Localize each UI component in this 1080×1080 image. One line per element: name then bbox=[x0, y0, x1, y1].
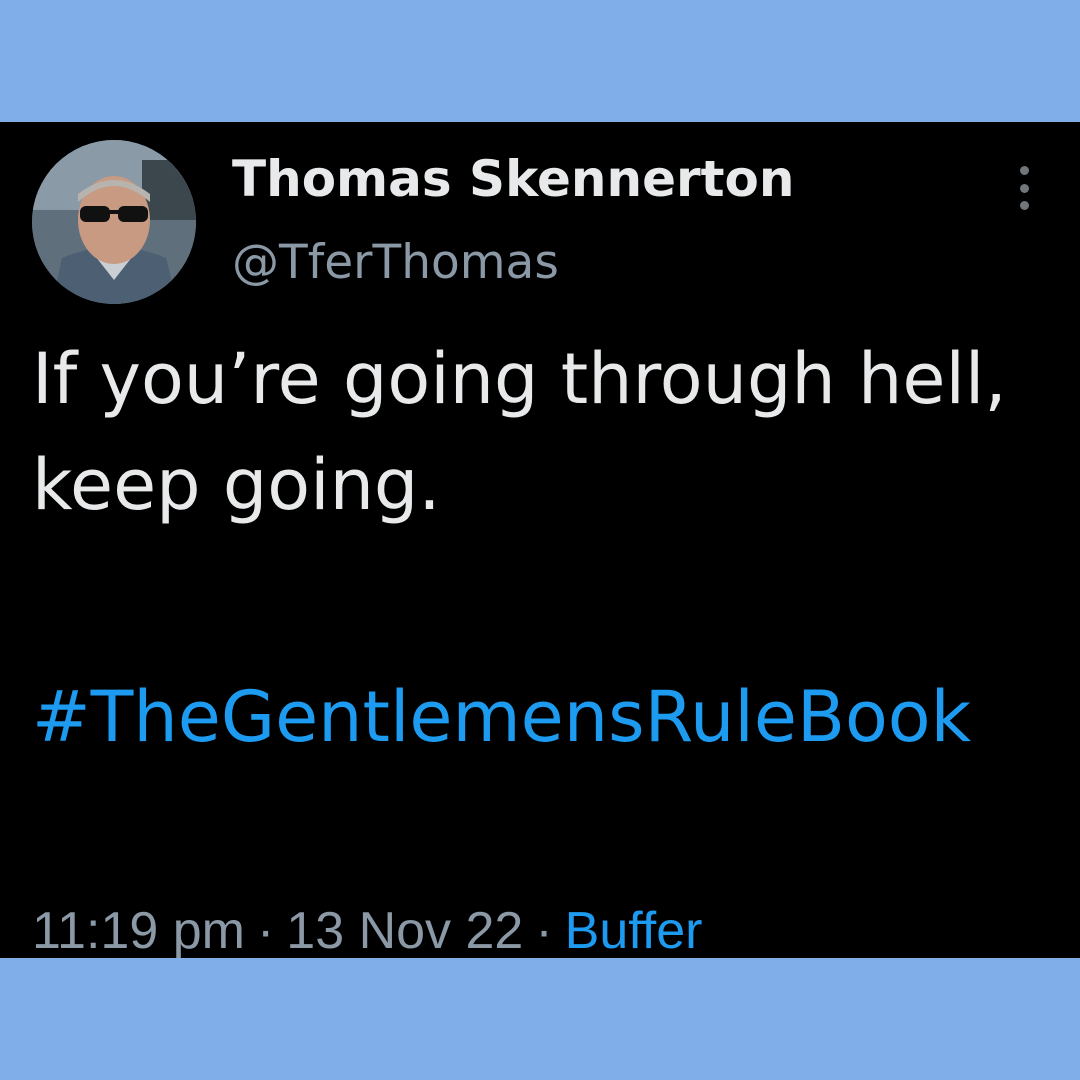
author-display-name[interactable]: Thomas Skennerton bbox=[232, 148, 795, 210]
tweet-date[interactable]: 13 Nov 22 bbox=[286, 902, 523, 960]
tweet-meta: 11:19 pm · 13 Nov 22 · Buffer bbox=[32, 896, 702, 966]
menu-dot bbox=[1019, 166, 1029, 175]
meta-separator: · bbox=[535, 902, 553, 960]
bottom-background-band bbox=[0, 958, 1080, 1080]
menu-dot bbox=[1019, 183, 1029, 193]
hashtag-link[interactable]: #TheGentlemensRuleBook bbox=[32, 664, 1042, 770]
more-vertical-icon[interactable] bbox=[1008, 166, 1040, 210]
meta-separator: · bbox=[256, 902, 275, 960]
profile-photo-icon bbox=[32, 140, 196, 304]
tweet-time[interactable]: 11:19 pm bbox=[32, 902, 245, 960]
author-handle[interactable]: @TferThomas bbox=[232, 232, 559, 294]
avatar[interactable] bbox=[32, 140, 196, 304]
top-background-band bbox=[0, 0, 1080, 122]
tweet-text: If you’re going through hell, keep going… bbox=[32, 338, 1007, 526]
menu-dot bbox=[1019, 201, 1029, 210]
source-link[interactable]: Buffer bbox=[565, 902, 703, 960]
